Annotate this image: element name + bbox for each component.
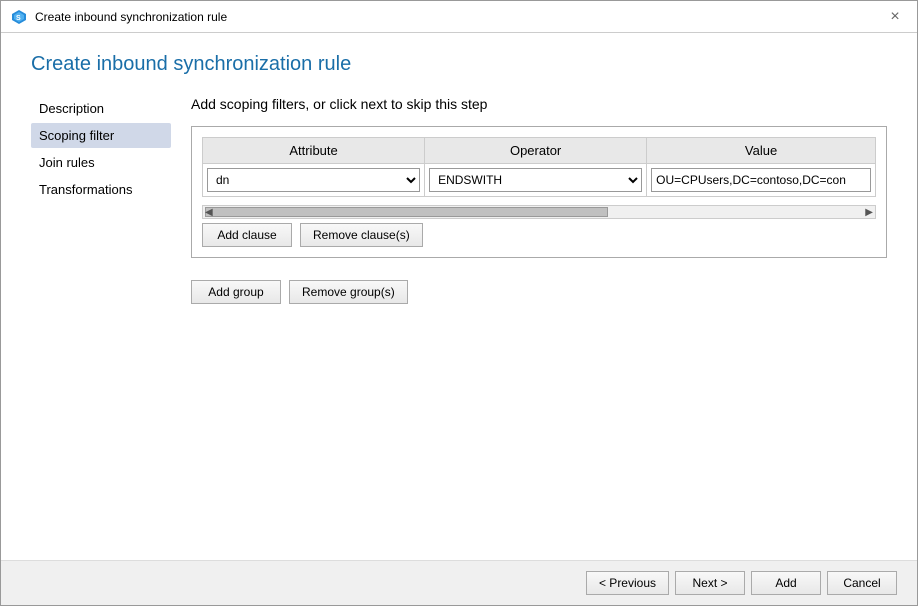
- next-button[interactable]: Next >: [675, 571, 745, 595]
- horizontal-scrollbar[interactable]: ◀ ▶: [202, 205, 876, 219]
- cancel-button[interactable]: Cancel: [827, 571, 897, 595]
- scroll-left-arrow[interactable]: ◀: [205, 207, 213, 218]
- add-group-button[interactable]: Add group: [191, 280, 281, 304]
- value-input[interactable]: [651, 168, 871, 192]
- sidebar-item-transformations[interactable]: Transformations: [31, 177, 171, 202]
- scrollbar-thumb[interactable]: [205, 207, 608, 217]
- azure-sync-icon: S: [11, 9, 27, 25]
- filter-row: dn ENDSWITH: [203, 164, 876, 197]
- clause-buttons: Add clause Remove clause(s): [202, 223, 876, 247]
- sidebar-item-scoping-filter[interactable]: Scoping filter: [31, 123, 171, 148]
- close-button[interactable]: ×: [883, 5, 907, 29]
- col-value: Value: [647, 138, 876, 164]
- sidebar-item-description[interactable]: Description: [31, 96, 171, 121]
- previous-button[interactable]: < Previous: [586, 571, 669, 595]
- value-cell: [647, 164, 876, 197]
- main-panel: Add scoping filters, or click next to sk…: [191, 96, 887, 550]
- footer: < Previous Next > Add Cancel: [1, 560, 917, 605]
- filter-table: Attribute Operator Value dn: [202, 137, 876, 197]
- title-bar: S Create inbound synchronization rule ×: [1, 1, 917, 33]
- remove-group-button[interactable]: Remove group(s): [289, 280, 408, 304]
- col-attribute: Attribute: [203, 138, 425, 164]
- attribute-select[interactable]: dn: [207, 168, 420, 192]
- step-heading: Add scoping filters, or click next to sk…: [191, 96, 887, 112]
- col-operator: Operator: [425, 138, 647, 164]
- svg-text:S: S: [16, 15, 21, 22]
- page-title: Create inbound synchronization rule: [31, 53, 887, 76]
- add-button[interactable]: Add: [751, 571, 821, 595]
- operator-select[interactable]: ENDSWITH: [429, 168, 642, 192]
- add-clause-button[interactable]: Add clause: [202, 223, 292, 247]
- main-content: Create inbound synchronization rule Desc…: [1, 33, 917, 560]
- scroll-right-arrow[interactable]: ▶: [865, 207, 873, 218]
- content-area: Description Scoping filter Join rules Tr…: [31, 96, 887, 550]
- attribute-cell: dn: [203, 164, 425, 197]
- title-bar-title: Create inbound synchronization rule: [35, 10, 227, 24]
- sidebar: Description Scoping filter Join rules Tr…: [31, 96, 171, 550]
- group-buttons: Add group Remove group(s): [191, 280, 887, 304]
- filter-box: Attribute Operator Value dn: [191, 126, 887, 258]
- remove-clause-button[interactable]: Remove clause(s): [300, 223, 423, 247]
- sidebar-item-join-rules[interactable]: Join rules: [31, 150, 171, 175]
- operator-cell: ENDSWITH: [425, 164, 647, 197]
- title-bar-left: S Create inbound synchronization rule: [11, 9, 227, 25]
- main-window: S Create inbound synchronization rule × …: [0, 0, 918, 606]
